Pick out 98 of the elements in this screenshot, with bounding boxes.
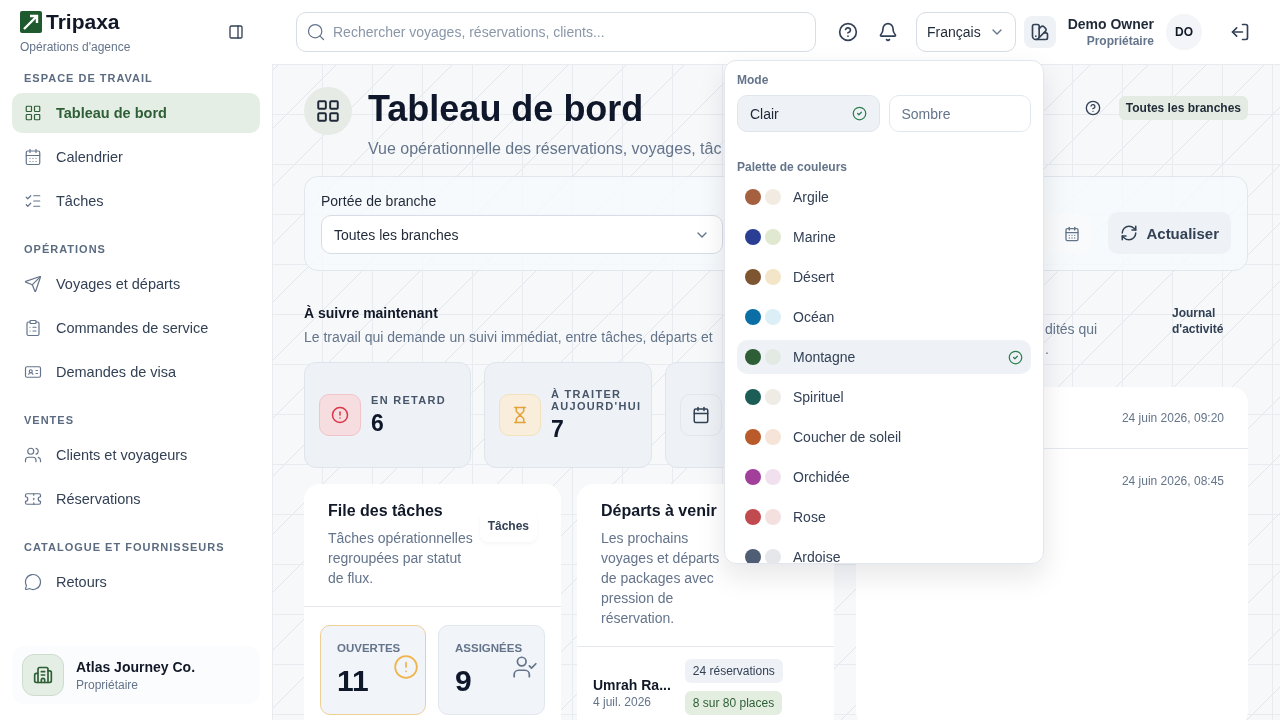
user-avatar[interactable]: DO	[1166, 14, 1202, 50]
check-icon	[1008, 349, 1023, 365]
user-name: Demo Owner	[1067, 16, 1154, 32]
grid-icon	[24, 104, 42, 122]
bookings-tag: 24 réservations	[684, 659, 783, 683]
activity-time: 24 juin 2026, 08:45	[1121, 474, 1224, 488]
nav-item[interactable]: Réservations	[12, 479, 260, 519]
card-description: Les prochains voyages et départs de packages avec pression de réservation.	[601, 529, 721, 628]
brand-name: Tripaxa	[46, 10, 120, 34]
stat-value: 11	[337, 664, 370, 698]
organization-role: Propriétaire	[76, 677, 140, 692]
help-icon[interactable]	[1084, 100, 1101, 116]
nav-item[interactable]: Demandes de visa	[12, 352, 260, 392]
alert-icon	[393, 654, 419, 680]
dashboard-icon	[304, 87, 352, 135]
tasks-link[interactable]: Tâches	[479, 510, 537, 542]
section-heading: ESPACE DE TRAVAIL	[23, 71, 154, 86]
activity-time: 24 juin 2026, 09:20	[1121, 410, 1224, 425]
palette-option[interactable]: Marine	[737, 220, 1031, 254]
id-card-icon	[24, 363, 42, 381]
activity-log-link[interactable]: Journal d'activité	[1172, 305, 1232, 337]
check-icon	[851, 106, 867, 121]
mode-option[interactable]: Clair	[737, 95, 880, 132]
trip-date: 4 juil. 2026	[593, 695, 653, 709]
search-field[interactable]: Rechercher voyages, réservations, clients...	[296, 12, 816, 52]
users-icon	[24, 446, 42, 464]
stat-card[interactable]: EN RETARD 6	[304, 362, 471, 468]
stat-label: OUVERTES	[337, 642, 402, 654]
theme-button[interactable]	[1023, 16, 1056, 48]
hourglass-icon	[511, 406, 529, 424]
menu-label: Mode	[737, 73, 770, 87]
task-stat-card[interactable]: OUVERTES 11	[320, 625, 426, 715]
stat-label: EN RETARD	[371, 393, 447, 406]
section-heading: CATALOGUE ET FOURNISSEURS	[23, 540, 226, 555]
branch-select[interactable]: Toutes les branches	[321, 215, 723, 254]
palette-option[interactable]: Coucher de soleil	[737, 420, 1031, 454]
swatch-book-icon	[1029, 22, 1050, 42]
stat-value: 6	[371, 409, 385, 437]
menu-label: Palette de couleurs	[737, 160, 849, 174]
paper-plane-icon	[24, 275, 42, 293]
bell-icon	[878, 22, 898, 42]
seats-tag: 8 sur 80 places	[684, 691, 783, 715]
chat-bubble-icon	[24, 573, 42, 591]
stat-label: À TRAITER AUJOURD'HUI	[551, 387, 643, 412]
mode-option[interactable]: Sombre	[888, 95, 1031, 132]
card-title: File des tâches	[328, 502, 444, 520]
user-check-icon	[512, 654, 538, 680]
palette-option[interactable]: Océan	[737, 300, 1031, 334]
card-description: Tâches opérationnelles regroupées par statut de flux.	[328, 529, 474, 588]
refresh-button[interactable]: Actualiser	[1108, 212, 1231, 254]
organization-card[interactable]: Atlas Journey Co. Propriétaire	[12, 646, 260, 704]
alert-icon	[331, 406, 349, 424]
palette-option[interactable]: Argile	[737, 180, 1031, 214]
language-select[interactable]: Français	[916, 12, 1016, 52]
field-label: Portée de branche	[321, 193, 438, 209]
palette-option[interactable]: Rose	[737, 500, 1031, 534]
user-role: Propriétaire	[1085, 34, 1154, 48]
logout-icon	[1230, 22, 1250, 42]
calendar-icon	[24, 148, 42, 166]
brand-subtitle: Opérations d'agence	[20, 40, 131, 54]
ticket-icon	[24, 490, 42, 508]
stat-label: ASSIGNÉES	[455, 642, 524, 654]
nav-item[interactable]: Calendrier	[12, 137, 260, 177]
palette-option[interactable]: Désert	[737, 260, 1031, 294]
building-icon	[22, 654, 64, 696]
help-icon	[838, 22, 858, 42]
page-subtitle: Vue opérationnelle des réservations, voyages, tâc	[368, 140, 723, 158]
section-heading: VENTES	[23, 413, 75, 428]
section-description: dités qui .	[1045, 320, 1098, 359]
nav-item[interactable]: Tableau de bord	[12, 93, 260, 133]
stat-value: 9	[455, 664, 473, 698]
clipboard-icon	[24, 319, 42, 337]
calendar-icon	[1064, 226, 1081, 242]
calendar-icon	[692, 406, 710, 424]
branch-badge: Toutes les branches	[1118, 96, 1248, 120]
palette-option[interactable]: Spirituel	[737, 380, 1031, 414]
stat-card[interactable]: À TRAITER AUJOURD'HUI 7	[484, 362, 652, 468]
checklist-icon	[24, 192, 42, 210]
nav-item[interactable]: Retours	[12, 562, 260, 602]
nav-item[interactable]: Voyages et départs	[12, 264, 260, 304]
trip-name[interactable]: Umrah Ra...	[593, 677, 671, 693]
stat-value: 7	[551, 415, 565, 443]
task-stat-card[interactable]: ASSIGNÉES 9	[438, 625, 545, 715]
section-description: Le travail qui demande un suivi immédiat, entre tâches, départs et	[304, 329, 714, 345]
organization-name: Atlas Journey Co.	[76, 658, 196, 675]
logo-icon	[20, 11, 42, 33]
nav-item[interactable]: Clients et voyageurs	[12, 435, 260, 475]
panel-icon	[228, 24, 244, 40]
palette-option[interactable]: Ardoise	[737, 540, 1031, 563]
nav-item[interactable]: Tâches	[12, 181, 260, 221]
section-title: À suivre maintenant	[304, 305, 438, 321]
palette-option[interactable]: Montagne	[737, 340, 1031, 374]
nav-item[interactable]: Commandes de service	[12, 308, 260, 348]
refresh-icon	[1120, 224, 1139, 242]
page-title: Tableau de bord	[368, 87, 644, 131]
section-heading: OPÉRATIONS	[23, 242, 107, 257]
palette-option[interactable]: Orchidée	[737, 460, 1031, 494]
search-icon	[306, 22, 326, 42]
